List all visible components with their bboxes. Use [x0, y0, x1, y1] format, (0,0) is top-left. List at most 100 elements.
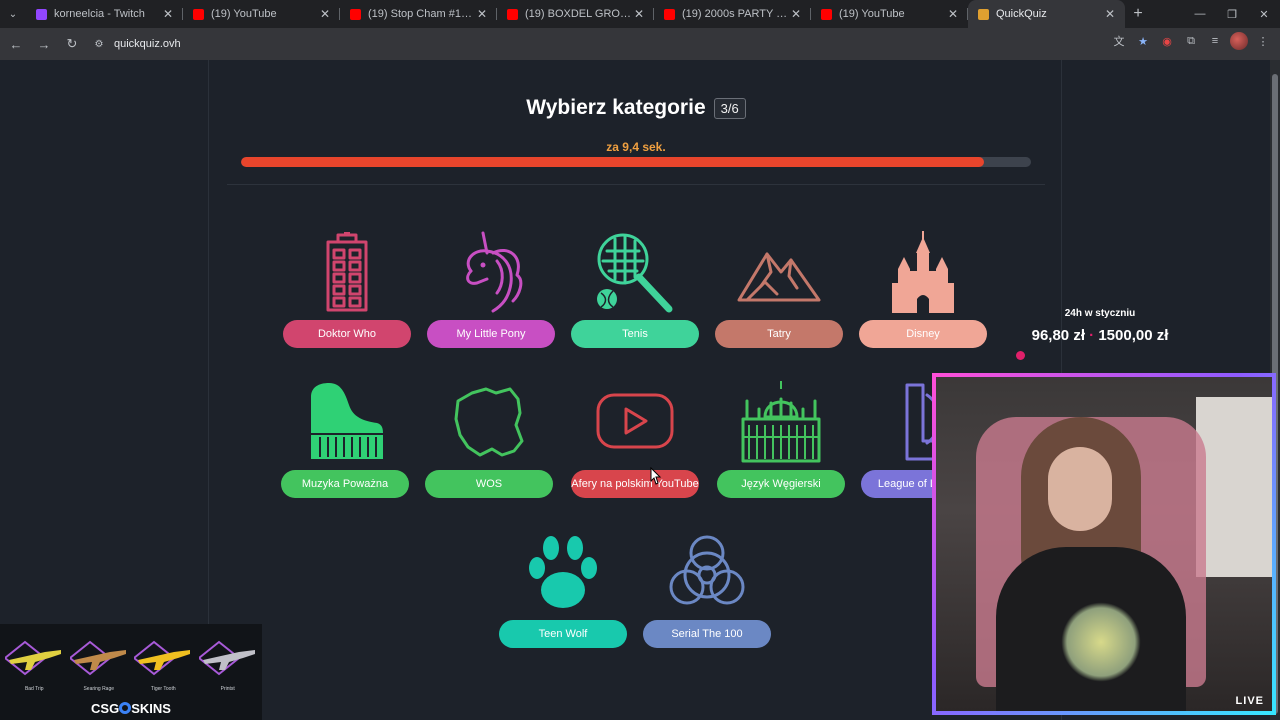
category-button[interactable]: Doktor Who: [283, 320, 411, 348]
tab-favicon-icon: [193, 8, 204, 20]
tab-close-icon[interactable]: ✕: [1103, 7, 1117, 21]
category-card[interactable]: Serial The 100: [643, 530, 771, 648]
tab-close-icon[interactable]: ✕: [789, 7, 803, 21]
extensions-puzzle-icon[interactable]: ⧉: [1182, 32, 1200, 50]
category-card[interactable]: Muzyka Poważna: [281, 380, 409, 498]
category-button[interactable]: Afery na polskim YouTube: [571, 470, 699, 498]
category-card[interactable]: Tatry: [715, 230, 843, 348]
close-window-button[interactable]: ✕: [1248, 0, 1280, 28]
restore-button[interactable]: ❐: [1216, 0, 1248, 28]
extension-red-icon[interactable]: ◉: [1158, 32, 1176, 50]
donation-amount: 96,80 zł: [1031, 327, 1085, 344]
tab-title: (19) BOXDEL GROZI ŻE ZNISZCZY: [525, 8, 632, 20]
csgo-skins-ad: Bad Trip Searing Rage Tiger Tooth Printst C…: [0, 624, 262, 720]
tab-title: korneelcia - Twitch: [54, 8, 145, 20]
parliament-icon[interactable]: [736, 380, 826, 464]
category-button[interactable]: My Little Pony: [427, 320, 555, 348]
back-button[interactable]: ←: [4, 32, 28, 56]
category-card[interactable]: Tenis: [571, 230, 699, 348]
weapon-skin-icon: [198, 634, 258, 682]
paw-icon[interactable]: [518, 530, 608, 614]
tab-favicon-icon: [821, 8, 832, 20]
category-button[interactable]: Teen Wolf: [499, 620, 627, 648]
reload-button[interactable]: ↻: [60, 32, 84, 56]
browser-toolbar: ← → ↻ ⚙ quickquiz.ovh 文 ★ ◉ ⧉ ≡ ⋮: [0, 28, 1280, 60]
unicorn-icon[interactable]: [446, 230, 536, 314]
skin-item[interactable]: Tiger Tooth: [133, 634, 194, 692]
piano-icon[interactable]: [300, 380, 390, 464]
site-info-icon[interactable]: ⚙: [90, 39, 108, 50]
shirt-print: [1061, 602, 1141, 682]
tab-favicon-icon: [664, 8, 675, 20]
minimize-button[interactable]: —: [1184, 0, 1216, 28]
tennis-racket-icon[interactable]: [590, 230, 680, 314]
skins-brand-left: CSG: [91, 701, 120, 716]
mountains-icon[interactable]: [734, 230, 824, 314]
tab-close-icon[interactable]: ✕: [161, 7, 175, 21]
profile-avatar[interactable]: [1230, 32, 1248, 50]
forward-button[interactable]: →: [32, 32, 56, 56]
tab-title: (19) YouTube: [839, 8, 905, 20]
tab-title: QuickQuiz: [996, 8, 1047, 20]
browser-tab[interactable]: korneelcia - Twitch ✕: [26, 0, 183, 28]
skin-item[interactable]: Printst: [198, 634, 259, 692]
weapon-skin-icon: [4, 634, 64, 682]
category-card[interactable]: Doktor Who: [283, 230, 411, 348]
countdown-progress-fill: [241, 157, 984, 167]
round-counter-badge: 3/6: [713, 97, 746, 119]
poland-map-icon[interactable]: [444, 380, 534, 464]
category-button[interactable]: Język Węgierski: [717, 470, 845, 498]
category-card[interactable]: WOS: [425, 380, 553, 498]
category-button[interactable]: Disney: [859, 320, 987, 348]
category-card[interactable]: Disney: [859, 230, 987, 348]
skin-name: Printst: [220, 686, 235, 692]
category-button[interactable]: Tenis: [571, 320, 699, 348]
category-button[interactable]: Tatry: [715, 320, 843, 348]
browser-tab[interactable]: (19) YouTube ✕: [811, 0, 968, 28]
new-tab-button[interactable]: +: [1125, 0, 1151, 28]
weapon-skin-icon: [133, 634, 193, 682]
address-bar[interactable]: ⚙ quickquiz.ovh: [90, 31, 1130, 57]
biohazard-icon[interactable]: [662, 530, 752, 614]
tab-search-button[interactable]: ⌄: [0, 0, 26, 28]
skin-name: Searing Rage: [83, 686, 115, 692]
category-button[interactable]: Serial The 100: [643, 620, 771, 648]
donation-amount-line: 96,80 zł · 1500,00 zł: [1020, 327, 1180, 344]
tab-close-icon[interactable]: ✕: [318, 7, 332, 21]
youtube-play-icon[interactable]: [590, 380, 680, 464]
browser-tab[interactable]: (19) BOXDEL GROZI ŻE ZNISZCZY✕: [497, 0, 654, 28]
browser-tab[interactable]: (19) 2000s PARTY MIX ✕: [654, 0, 811, 28]
tab-favicon-icon: [507, 8, 518, 20]
donation-goal-widget: 24h w styczniu 96,80 zł · 1500,00 zł: [1016, 308, 1180, 360]
category-button[interactable]: Muzyka Poważna: [281, 470, 409, 498]
browser-tab[interactable]: (19) Stop Cham #1395 - Niebezpieczne✕: [340, 0, 497, 28]
window-controls: — ❐ ✕: [1184, 0, 1280, 28]
skin-item[interactable]: Bad Trip: [4, 634, 65, 692]
reading-list-icon[interactable]: ≡: [1206, 32, 1224, 50]
category-card[interactable]: My Little Pony: [427, 230, 555, 348]
category-button[interactable]: WOS: [425, 470, 553, 498]
castle-icon[interactable]: [878, 230, 968, 314]
skin-item[interactable]: Searing Rage: [69, 634, 130, 692]
browser-tab[interactable]: (19) YouTube ✕: [183, 0, 340, 28]
skin-name: Tiger Tooth: [150, 686, 176, 692]
skins-brand: CSG SKINS: [0, 701, 262, 716]
translate-icon[interactable]: 文: [1110, 32, 1128, 50]
tab-favicon-icon: [350, 8, 361, 20]
skins-brand-logo-icon: [119, 702, 132, 714]
tab-title: (19) YouTube: [211, 8, 277, 20]
tardis-icon[interactable]: [302, 230, 392, 314]
tab-close-icon[interactable]: ✕: [946, 7, 960, 21]
streamer-face: [1048, 447, 1112, 531]
browser-tab[interactable]: QuickQuiz ✕: [968, 0, 1125, 28]
tab-favicon-icon: [978, 8, 989, 20]
browser-menu-icon[interactable]: ⋮: [1254, 32, 1272, 50]
category-card[interactable]: Język Węgierski: [717, 380, 845, 498]
countdown-text: za 9,4 sek.: [606, 140, 666, 154]
tab-close-icon[interactable]: ✕: [632, 7, 646, 21]
countdown-progress-bar: [241, 157, 1031, 167]
bookmark-star-icon[interactable]: ★: [1134, 32, 1152, 50]
category-card[interactable]: Afery na polskim YouTube: [571, 380, 699, 498]
category-card[interactable]: Teen Wolf: [499, 530, 627, 648]
tab-close-icon[interactable]: ✕: [475, 7, 489, 21]
